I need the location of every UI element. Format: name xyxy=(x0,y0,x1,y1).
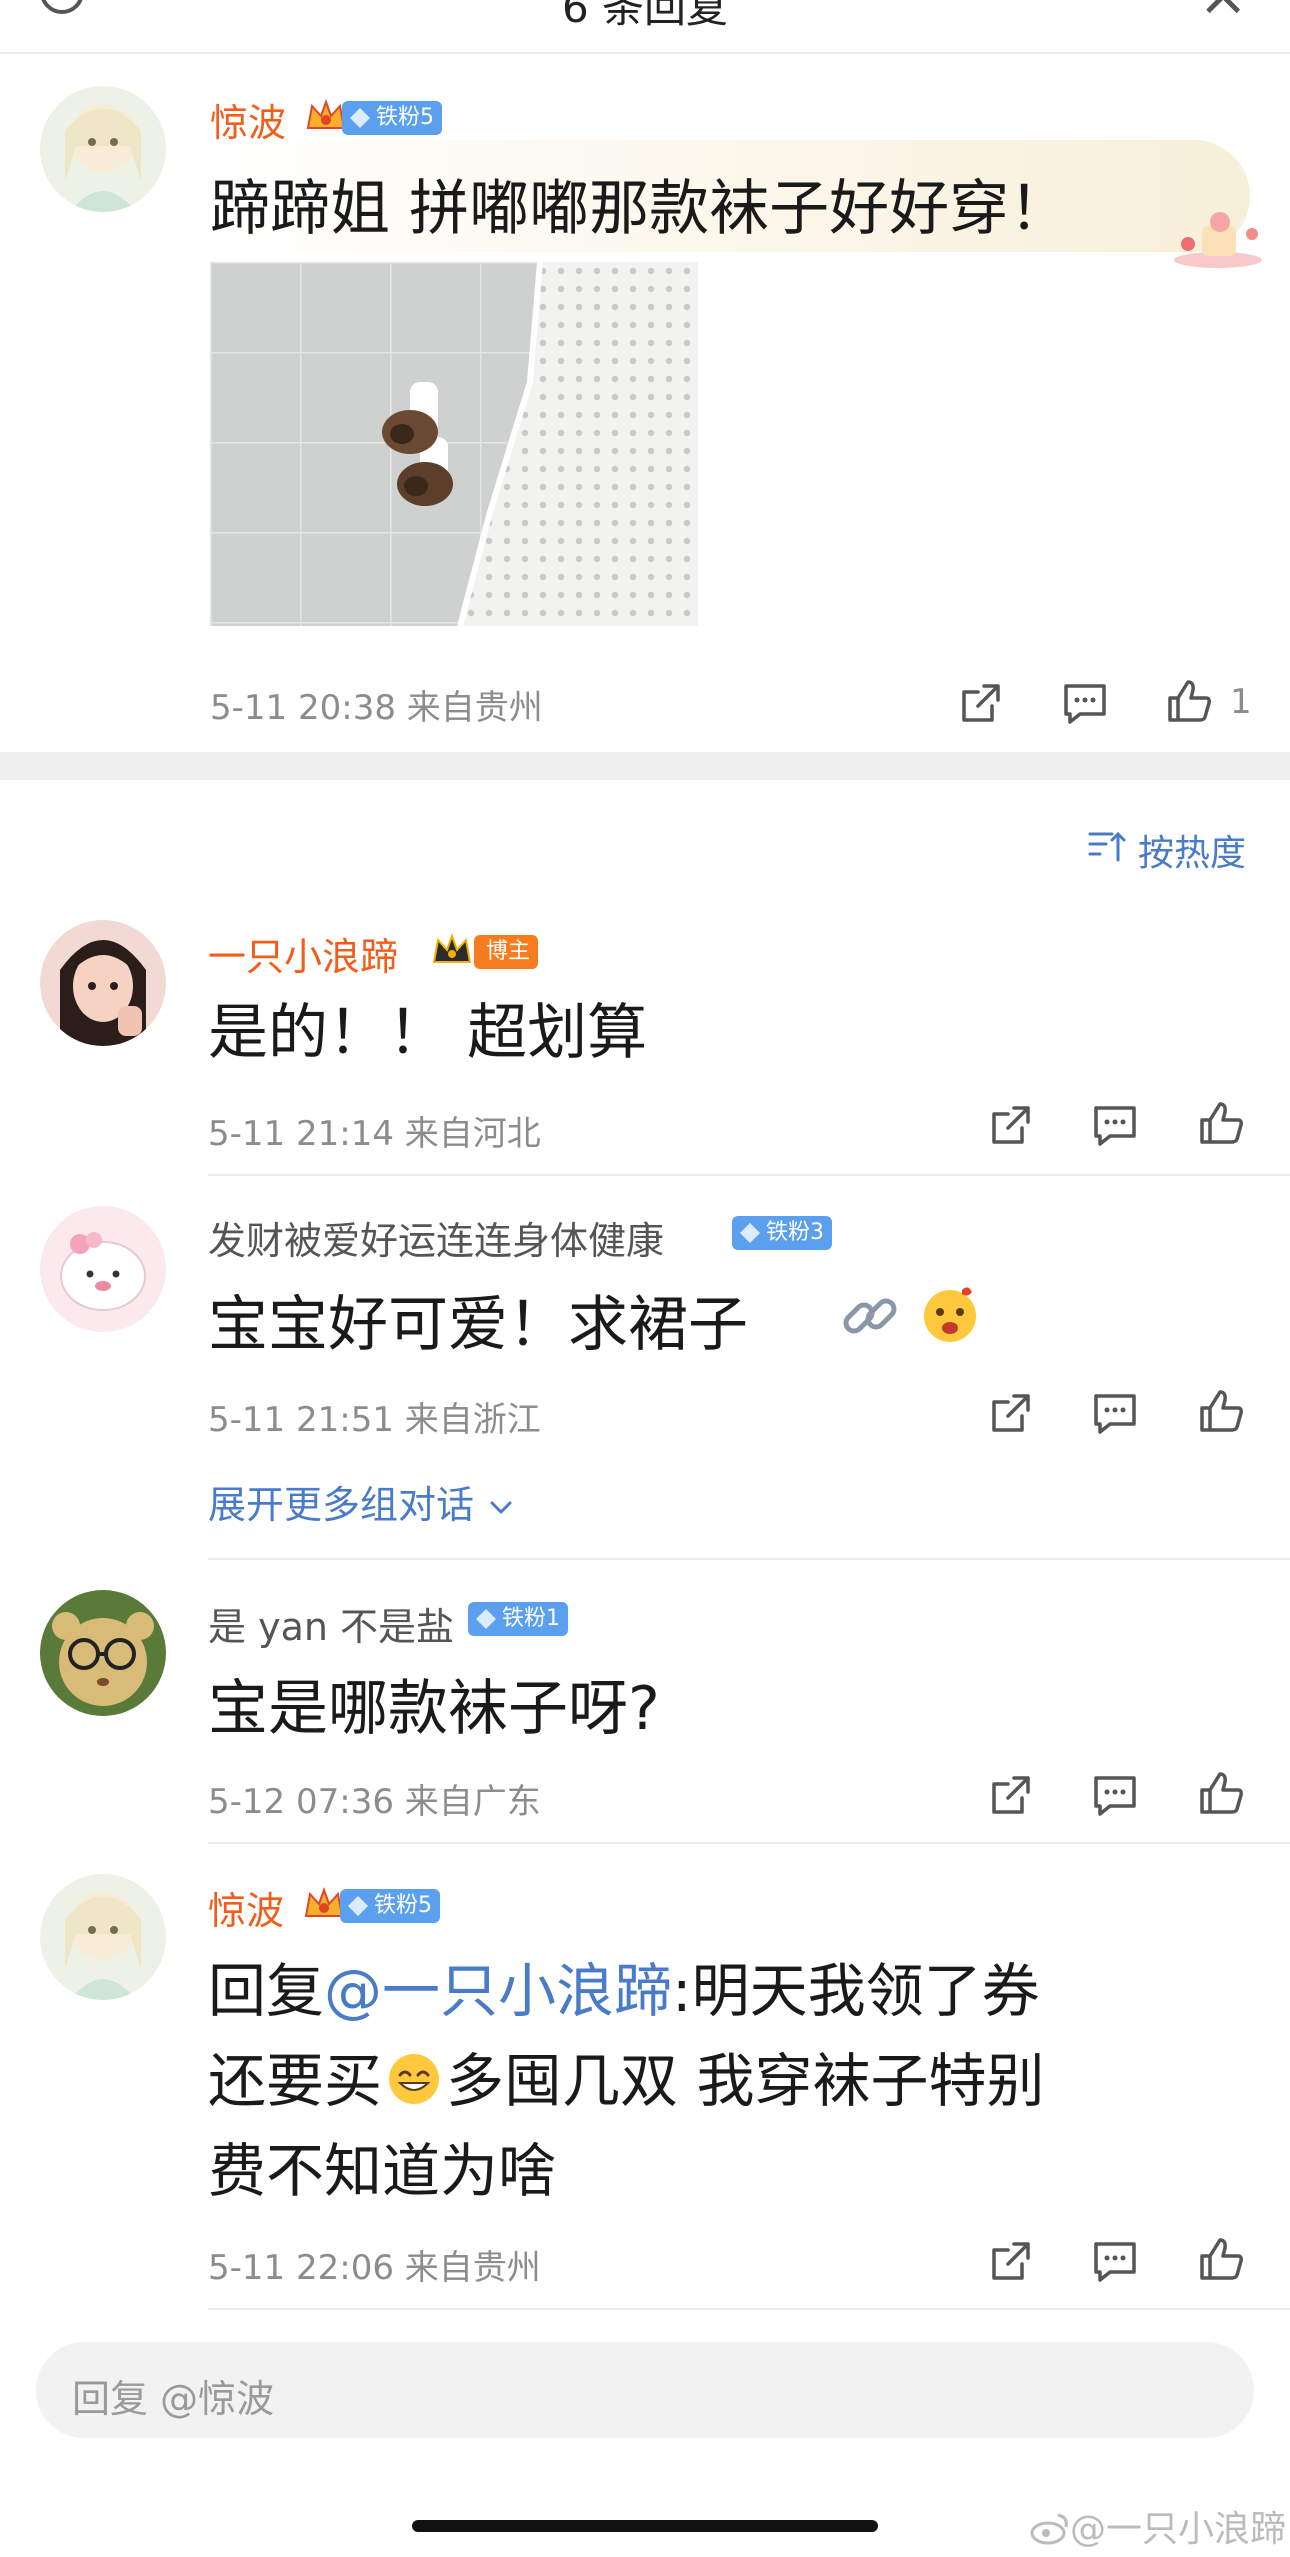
comment-photo[interactable] xyxy=(210,261,698,627)
like-icon[interactable] xyxy=(1196,1386,1246,1436)
sort-icon[interactable] xyxy=(1086,826,1126,866)
comment-text: 是的！！ 超划算 xyxy=(208,998,648,1068)
divider xyxy=(208,1842,1290,1844)
like-icon[interactable] xyxy=(1196,1768,1246,1818)
comment-text: 宝宝好可爱！求裙子 xyxy=(208,1290,748,1360)
comment-text: 宝是哪款袜子呀? xyxy=(208,1674,660,1744)
divider xyxy=(208,2308,1290,2310)
divider xyxy=(208,1558,1290,1560)
cake-icon xyxy=(1168,204,1268,274)
comment-icon[interactable] xyxy=(1090,1770,1140,1820)
fan-badge: 铁粉5 xyxy=(342,101,442,135)
emoji-icon xyxy=(918,1282,982,1346)
share-icon[interactable] xyxy=(986,1388,1036,1438)
username[interactable]: 是 yan 不是盐 xyxy=(208,1596,454,1651)
section-divider xyxy=(0,752,1290,780)
avatar[interactable] xyxy=(40,1590,166,1716)
comment-icon[interactable] xyxy=(1090,2236,1140,2286)
diamond-icon xyxy=(350,108,370,128)
fan-badge: 铁粉5 xyxy=(340,1889,440,1923)
avatar[interactable] xyxy=(40,920,166,1046)
diamond-icon xyxy=(348,1896,368,1916)
timestamp-location: 5-12 07:36 来自广东 xyxy=(208,1782,541,1822)
weibo-watermark: @一只小浪蹄 xyxy=(1030,2500,1286,2552)
share-icon[interactable] xyxy=(986,2236,1036,2286)
comment-text: 蹄蹄姐 拼嘟嘟那款袜子好好穿！ xyxy=(210,174,1070,244)
close-icon[interactable]: × xyxy=(1198,0,1248,30)
share-icon[interactable] xyxy=(986,1100,1036,1150)
diamond-icon xyxy=(740,1223,760,1243)
timestamp-location: 5-11 22:06 来自贵州 xyxy=(208,2248,541,2288)
like-icon[interactable] xyxy=(1196,2234,1246,2284)
grin-emoji-icon xyxy=(389,2054,440,2104)
comment-icon[interactable] xyxy=(1060,678,1110,728)
username[interactable]: 惊波 xyxy=(210,92,286,147)
comment-icon[interactable] xyxy=(1090,1100,1140,1150)
like-icon[interactable] xyxy=(1164,676,1214,726)
avatar[interactable] xyxy=(40,1874,166,2000)
reply-input-placeholder: 回复 @惊波 xyxy=(72,2377,275,2421)
chevron-down-icon xyxy=(490,1501,512,1513)
home-indicator[interactable] xyxy=(412,2520,878,2532)
diamond-icon xyxy=(476,1609,496,1629)
crown-icon xyxy=(430,928,474,972)
timestamp-location: 5-11 21:14 来自河北 xyxy=(208,1114,541,1154)
divider xyxy=(208,1174,1290,1176)
like-icon[interactable] xyxy=(1196,1098,1246,1148)
fan-badge: 铁粉3 xyxy=(732,1216,832,1250)
top-bar: 6 条回复 × xyxy=(0,0,1290,54)
expand-more-link[interactable]: 展开更多组对话 xyxy=(208,1474,516,1529)
like-count: 1 xyxy=(1230,682,1252,722)
reply-input[interactable]: 回复 @惊波 xyxy=(36,2342,1254,2438)
blogger-badge: 博主 xyxy=(474,935,539,969)
avatar[interactable] xyxy=(40,86,166,212)
share-icon[interactable] xyxy=(986,1770,1036,1820)
comment-icon[interactable] xyxy=(1090,1388,1140,1438)
page-title: 6 条回复 xyxy=(561,0,729,32)
comment-text-line-2: 还要买 多囤几双 我穿袜子特别 xyxy=(208,2047,1045,2115)
username[interactable]: 一只小浪蹄 xyxy=(208,926,398,981)
username[interactable]: 惊波 xyxy=(208,1880,284,1935)
timestamp-location: 5-11 20:38 来自贵州 xyxy=(210,688,543,728)
comment-text-line-3: 费不知道为啥 xyxy=(208,2137,557,2205)
link-icon xyxy=(838,1284,902,1348)
avatar[interactable] xyxy=(40,1206,166,1332)
comment-text-line-1: 回复@一只小浪蹄:明天我领了券 xyxy=(208,1957,1040,2025)
username[interactable]: 发财被爱好运连连身体健康 xyxy=(208,1210,664,1265)
share-icon[interactable] xyxy=(956,678,1006,728)
timestamp-location: 5-11 21:51 来自浙江 xyxy=(208,1400,541,1440)
mention-link[interactable]: @一只小浪蹄 xyxy=(324,1957,672,2025)
fan-badge: 铁粉1 xyxy=(468,1602,568,1636)
weibo-icon xyxy=(1030,2513,1068,2545)
sort-button[interactable]: 按热度 xyxy=(1138,824,1246,876)
